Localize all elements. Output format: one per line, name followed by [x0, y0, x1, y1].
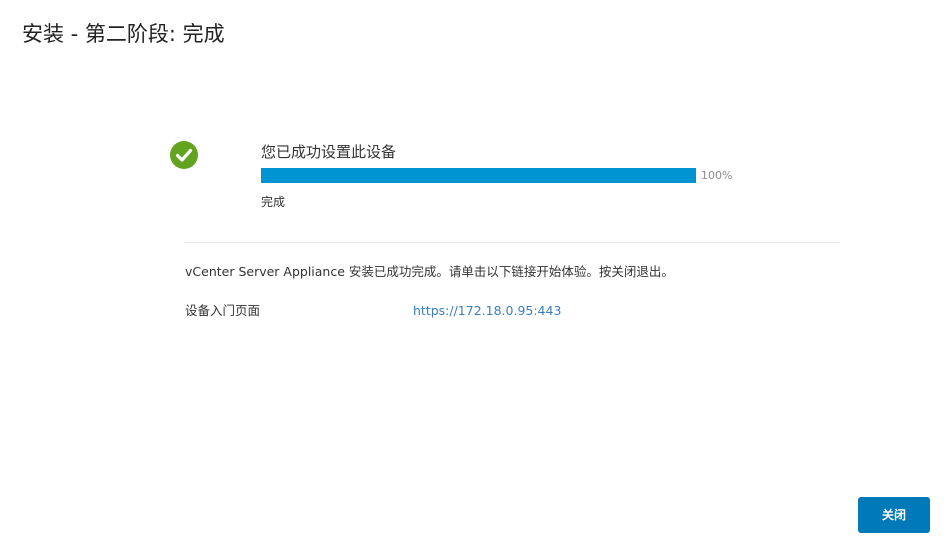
progress-bar: [261, 168, 696, 183]
progress-percent: 100%: [701, 169, 733, 182]
status-sub-label: 完成: [261, 195, 286, 209]
page-title: 安装 - 第二阶段: 完成: [22, 22, 225, 46]
portal-label: 设备入门页面: [185, 303, 261, 318]
close-button[interactable]: 关闭: [858, 497, 930, 533]
portal-link[interactable]: https://172.18.0.95:443: [413, 302, 561, 320]
check-circle-icon: [170, 141, 198, 169]
divider: [184, 242, 840, 243]
install-complete-dialog: 安装 - 第二阶段: 完成 您已成功设置此设备 100% 完成 vCenter …: [0, 0, 950, 557]
progress-bar-fill: [261, 168, 696, 183]
status-heading: 您已成功设置此设备: [261, 143, 397, 161]
completion-message: vCenter Server Appliance 安装已成功完成。请单击以下链接…: [185, 264, 674, 279]
